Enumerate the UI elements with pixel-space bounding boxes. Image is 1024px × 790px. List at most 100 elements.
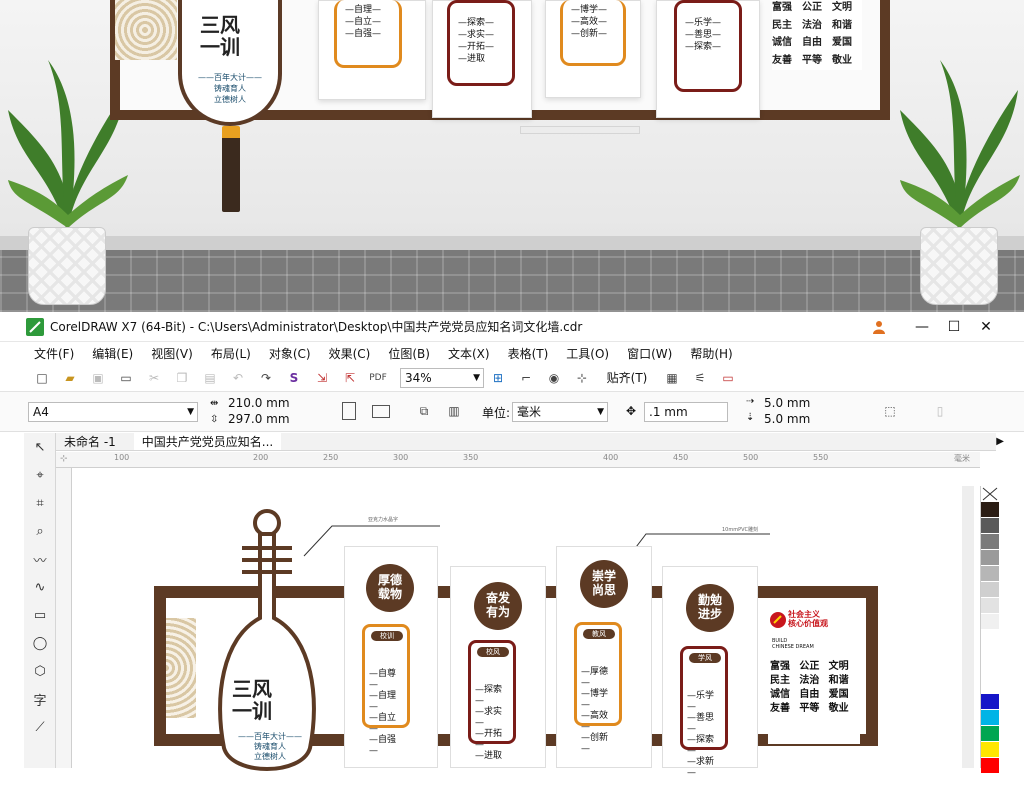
paste-icon[interactable]: ▤: [199, 368, 221, 388]
tassel: [222, 126, 240, 212]
save-icon[interactable]: ▣: [87, 368, 109, 388]
minimize-button[interactable]: —: [906, 312, 938, 342]
menu-help[interactable]: 帮助(H): [690, 345, 732, 362]
freehand-tool-icon[interactable]: 〰: [24, 545, 56, 573]
color-swatch[interactable]: [981, 726, 999, 742]
options-icon[interactable]: ▦: [661, 368, 683, 388]
cut-icon[interactable]: ✂: [143, 368, 165, 388]
app-launcher-icon[interactable]: ⚟: [689, 368, 711, 388]
snap-to-dropdown[interactable]: 贴齐(T): [599, 368, 655, 388]
current-page-icon[interactable]: ▥: [443, 401, 465, 421]
page-options-icon[interactable]: ▯: [929, 401, 951, 421]
ruler-origin-icon[interactable]: ⊹: [60, 454, 68, 464]
publish-pdf-icon[interactable]: PDF: [367, 368, 389, 388]
color-swatch[interactable]: [981, 662, 999, 678]
maximize-button[interactable]: ☐: [938, 312, 970, 342]
color-swatch[interactable]: [981, 598, 999, 614]
shape-tool-icon[interactable]: ⌖: [24, 461, 56, 489]
color-swatch[interactable]: [981, 694, 999, 710]
color-swatch[interactable]: [981, 678, 999, 694]
portrait-icon[interactable]: [342, 402, 356, 420]
menu-text[interactable]: 文本(X): [448, 345, 490, 362]
color-swatch[interactable]: [981, 614, 999, 630]
pipa-line3: 立德树人: [214, 95, 246, 104]
color-swatch[interactable]: [981, 582, 999, 598]
panel-4-card: 学风 —乐学— —善思— —探索— —求新—: [680, 646, 728, 778]
color-swatch[interactable]: [981, 550, 999, 566]
undo-icon[interactable]: ↶: [227, 368, 249, 388]
guidelines-icon[interactable]: ⊹: [571, 368, 593, 388]
polygon-tool-icon[interactable]: ⬡: [24, 657, 56, 685]
vertical-scrollbar[interactable]: [962, 486, 974, 768]
page-height-field[interactable]: 297.0 mm: [224, 410, 324, 430]
show-rulers-icon[interactable]: ⌐: [515, 368, 537, 388]
color-swatch[interactable]: [981, 646, 999, 662]
tab-untitled[interactable]: 未命名 -1: [56, 433, 124, 450]
menu-effects[interactable]: 效果(C): [329, 345, 371, 362]
units-label: 单位:: [482, 406, 511, 420]
all-pages-icon[interactable]: ⧉: [413, 401, 435, 421]
artistic-media-icon[interactable]: ∿: [24, 573, 56, 601]
treat-as-filled-icon[interactable]: ⬚: [879, 401, 901, 421]
zoom-level-select[interactable]: 34% ▼: [400, 367, 484, 388]
snap-to-label: 贴齐(T): [606, 371, 648, 385]
cv-7: 平等: [802, 54, 822, 66]
view-eye-icon[interactable]: ◉: [543, 368, 565, 388]
welcome-screen-icon[interactable]: ▭: [717, 368, 739, 388]
no-fill-swatch[interactable]: [981, 486, 999, 502]
parallel-dimension-icon[interactable]: ⟋: [24, 713, 56, 741]
pipa-sub2: 铸魂育人: [254, 742, 286, 751]
print-icon[interactable]: ▭: [115, 368, 137, 388]
zoom-tool-icon[interactable]: ⌕: [24, 517, 56, 545]
redo-icon[interactable]: ↷: [255, 368, 277, 388]
copy-icon[interactable]: ❐: [171, 368, 193, 388]
pick-tool-icon[interactable]: ↖: [24, 433, 56, 461]
crop-tool-icon[interactable]: ⌗: [24, 489, 56, 517]
color-swatch[interactable]: [981, 566, 999, 582]
duplicate-y-field[interactable]: 5.0 mm: [760, 410, 860, 430]
landscape-icon[interactable]: [372, 405, 390, 418]
rectangle-tool-icon[interactable]: ▭: [24, 601, 56, 629]
import-icon[interactable]: ⇲: [311, 368, 333, 388]
shelf: [520, 126, 640, 134]
close-button[interactable]: ✕: [970, 312, 1002, 342]
color-swatch[interactable]: [981, 502, 999, 518]
duplicate-x-value: 5.0 mm: [764, 396, 811, 410]
scroll-tabs-right-icon[interactable]: ▶: [996, 436, 1004, 447]
user-icon[interactable]: [872, 320, 886, 334]
vertical-ruler[interactable]: [56, 468, 72, 768]
full-screen-icon[interactable]: ⊞: [487, 368, 509, 388]
color-swatch[interactable]: [981, 518, 999, 534]
search-content-icon[interactable]: S: [283, 368, 305, 388]
drawing-canvas[interactable]: 三风 一训 ——百年大计—— 铸魂育人 立德树人 亚克力水晶字 10mmPVC雕…: [72, 468, 972, 778]
text-tool-icon[interactable]: 字: [24, 685, 56, 713]
menu-view[interactable]: 视图(V): [151, 345, 193, 362]
menu-window[interactable]: 窗口(W): [627, 345, 672, 362]
tab-current-document[interactable]: 中国共产党党员应知名...: [133, 433, 282, 450]
nudge-distance-field[interactable]: .1 mm: [644, 402, 728, 422]
page-width-value: 210.0 mm: [228, 396, 290, 410]
export-icon[interactable]: ⇱: [339, 368, 361, 388]
page-size-select[interactable]: A4 ▼: [28, 402, 198, 422]
pipa-sub1: ——百年大计——: [238, 732, 302, 741]
open-folder-icon[interactable]: ▰: [59, 368, 81, 388]
menu-tools[interactable]: 工具(O): [566, 345, 609, 362]
menu-bitmaps[interactable]: 位图(B): [388, 345, 430, 362]
menu-edit[interactable]: 编辑(E): [92, 345, 133, 362]
menu-layout[interactable]: 布局(L): [211, 345, 251, 362]
new-document-icon[interactable]: □: [31, 368, 53, 388]
color-swatch[interactable]: [981, 742, 999, 758]
horizontal-ruler[interactable]: ⊹ 100 200 250 300 350 400 450 500 550 毫米: [56, 452, 980, 468]
menu-table[interactable]: 表格(T): [508, 345, 549, 362]
color-swatch[interactable]: [981, 758, 999, 774]
color-swatch[interactable]: [981, 710, 999, 726]
document-tabs: 未命名 -1 中国共产党党员应知名... ▶: [56, 433, 1004, 451]
ruler-tick: 450: [673, 453, 689, 462]
cv-6: 自由: [802, 37, 822, 48]
units-select[interactable]: 毫米 ▼: [512, 402, 608, 422]
ellipse-tool-icon[interactable]: ◯: [24, 629, 56, 657]
menu-file[interactable]: 文件(F): [34, 345, 74, 362]
menu-object[interactable]: 对象(C): [269, 345, 311, 362]
color-swatch[interactable]: [981, 630, 999, 646]
color-swatch[interactable]: [981, 534, 999, 550]
